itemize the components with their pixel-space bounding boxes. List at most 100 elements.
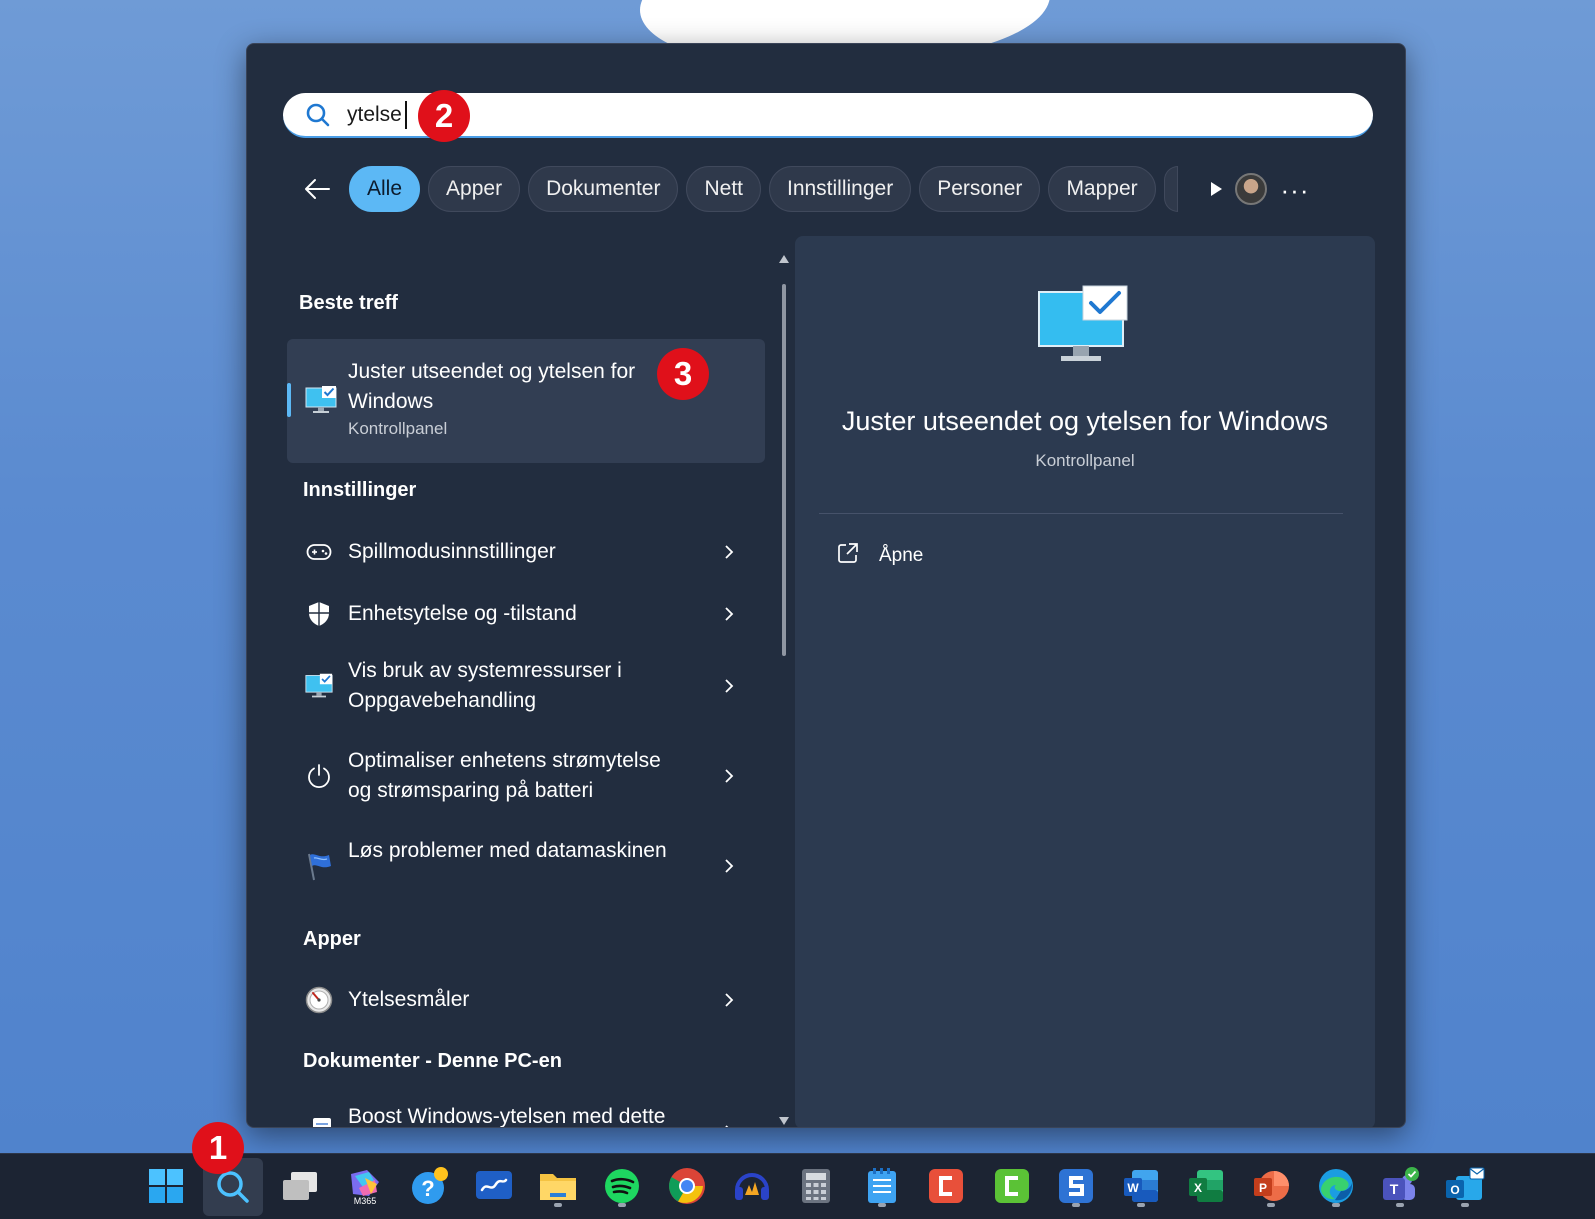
- filter-chip-apps[interactable]: Apper: [428, 166, 521, 212]
- filter-chip-overflow[interactable]: [1163, 166, 1178, 212]
- teams-icon[interactable]: T: [1378, 1164, 1422, 1208]
- edge-icon[interactable]: [1314, 1164, 1358, 1208]
- spotify-icon[interactable]: [600, 1164, 644, 1208]
- running-indicator: [1072, 1203, 1080, 1207]
- svg-text:X: X: [1194, 1181, 1202, 1195]
- running-indicator: [1332, 1203, 1340, 1207]
- m365-icon[interactable]: M365: [343, 1164, 387, 1208]
- chevron-right-icon: [721, 1124, 737, 1127]
- search-input[interactable]: [347, 102, 407, 127]
- chrome-icon[interactable]: [665, 1164, 709, 1208]
- filter-chip-all[interactable]: Alle: [349, 166, 421, 212]
- monitor-check-icon: [305, 385, 337, 420]
- snagit-icon[interactable]: [1054, 1164, 1098, 1208]
- excel-icon[interactable]: X: [1184, 1164, 1228, 1208]
- result-label: Vis bruk av systemressurser i Oppgavebeh…: [348, 659, 622, 712]
- more-options-icon[interactable]: ···: [1275, 170, 1315, 210]
- search-icon: [305, 102, 331, 128]
- open-action[interactable]: Åpne: [837, 542, 923, 570]
- help-icon[interactable]: ?: [408, 1164, 452, 1208]
- apps-heading: Apper: [303, 928, 361, 950]
- running-indicator: [1396, 1203, 1404, 1207]
- preview-pane: Juster utseendet og ytelsen for Windows …: [795, 236, 1375, 1127]
- task-view-icon[interactable]: [278, 1164, 322, 1208]
- back-arrow-icon[interactable]: [297, 169, 337, 209]
- settings-result-power[interactable]: Optimaliser enhetens strømytelse og strø…: [287, 741, 765, 811]
- camtasia-green-icon[interactable]: [990, 1164, 1034, 1208]
- running-indicator: [1267, 1203, 1275, 1207]
- result-label: Optimaliser enhetens strømytelse og strø…: [348, 749, 661, 802]
- monitor-check-icon: [305, 672, 333, 700]
- filter-chip-settings[interactable]: Innstillinger: [768, 166, 912, 212]
- open-action-label: Åpne: [879, 545, 924, 566]
- search-panel: 2 Alle Apper Dokumenter Nett Innstilling…: [246, 43, 1406, 1128]
- power-icon: [305, 762, 333, 790]
- filter-bar: Alle Apper Dokumenter Nett Innstillinger…: [297, 166, 1365, 212]
- start-icon[interactable]: [144, 1164, 188, 1208]
- app-result-performance-monitor[interactable]: Ytelsesmåler: [287, 975, 765, 1025]
- gamepad-icon: [305, 538, 333, 566]
- filter-chip-people[interactable]: Personer: [919, 166, 1041, 212]
- outlook-icon[interactable]: O: [1443, 1164, 1487, 1208]
- running-indicator: [1137, 1203, 1145, 1207]
- svg-text:?: ?: [421, 1176, 434, 1201]
- filter-chip-web[interactable]: Nett: [686, 166, 761, 212]
- scroll-filters-right-icon[interactable]: [1196, 169, 1236, 209]
- result-label: Løs problemer med datamaskinen: [348, 839, 667, 862]
- chevron-right-icon: [721, 606, 737, 622]
- scroll-up-icon[interactable]: [779, 254, 789, 264]
- calculator-icon[interactable]: [794, 1164, 838, 1208]
- callout-badge-3: 3: [657, 348, 709, 400]
- notepad-icon[interactable]: [860, 1164, 904, 1208]
- callout-badge-2: 2: [418, 90, 470, 142]
- word-icon[interactable]: W: [1119, 1164, 1163, 1208]
- best-match-subtitle: Kontrollpanel: [348, 419, 448, 438]
- svg-text:P: P: [1259, 1181, 1267, 1195]
- settings-result-troubleshoot[interactable]: Løs problemer med datamaskinen: [287, 831, 765, 901]
- running-indicator: [1461, 1203, 1469, 1207]
- taskbar: 1 M365 ? W X P T O: [0, 1122, 1595, 1219]
- settings-heading: Innstillinger: [303, 479, 417, 501]
- chevron-right-icon: [721, 858, 737, 874]
- running-indicator: [554, 1203, 562, 1207]
- text-caret: [405, 100, 407, 129]
- chevron-right-icon: [721, 544, 737, 560]
- svg-text:W: W: [1127, 1181, 1139, 1195]
- result-label: Boost Windows-ytelsen med dette smarte t…: [348, 1105, 666, 1128]
- best-match-heading: Beste treff: [299, 292, 398, 314]
- whiteboard-icon[interactable]: [472, 1164, 516, 1208]
- running-indicator: [618, 1203, 626, 1207]
- running-indicator: [878, 1203, 886, 1207]
- results-list: Beste treff Juster utseendet og ytelsen …: [287, 242, 767, 1128]
- document-result[interactable]: W Boost Windows-ytelsen med dette smarte…: [287, 1097, 765, 1128]
- preview-title: Juster utseendet og ytelsen for Windows: [841, 406, 1329, 436]
- result-label: Ytelsesmåler: [348, 988, 470, 1011]
- selection-indicator: [287, 383, 291, 417]
- svg-text:O: O: [1450, 1183, 1459, 1197]
- documents-heading: Dokumenter - Denne PC-en: [303, 1050, 562, 1072]
- result-label: Enhetsytelse og -tilstand: [348, 602, 577, 625]
- monitor-check-icon: [1037, 284, 1129, 369]
- svg-text:T: T: [1390, 1181, 1399, 1197]
- scrollbar-thumb[interactable]: [782, 284, 786, 656]
- filter-chip-documents[interactable]: Dokumenter: [528, 166, 679, 212]
- shield-icon: [305, 600, 333, 628]
- result-label: Spillmodusinnstillinger: [348, 540, 556, 563]
- chevron-right-icon: [721, 992, 737, 1008]
- powerpoint-icon[interactable]: P: [1249, 1164, 1293, 1208]
- settings-result-task-manager[interactable]: Vis bruk av systemressurser i Oppgavebeh…: [287, 651, 765, 721]
- settings-result-game-mode[interactable]: Spillmodusinnstillinger: [287, 527, 765, 577]
- camtasia-icon[interactable]: [924, 1164, 968, 1208]
- preview-subtitle: Kontrollpanel: [1035, 451, 1135, 470]
- chevron-right-icon: [721, 768, 737, 784]
- open-external-icon: [837, 542, 859, 570]
- scroll-down-icon[interactable]: [779, 1116, 789, 1126]
- file-explorer-icon[interactable]: [536, 1164, 580, 1208]
- settings-result-device-health[interactable]: Enhetsytelse og -tilstand: [287, 589, 765, 639]
- m365-label: M365: [354, 1196, 377, 1206]
- audio-app-icon[interactable]: [730, 1164, 774, 1208]
- filter-chip-folders[interactable]: Mapper: [1048, 166, 1156, 212]
- gauge-icon: [305, 986, 333, 1014]
- results-scrollbar[interactable]: [779, 254, 789, 1126]
- account-avatar[interactable]: [1235, 173, 1267, 205]
